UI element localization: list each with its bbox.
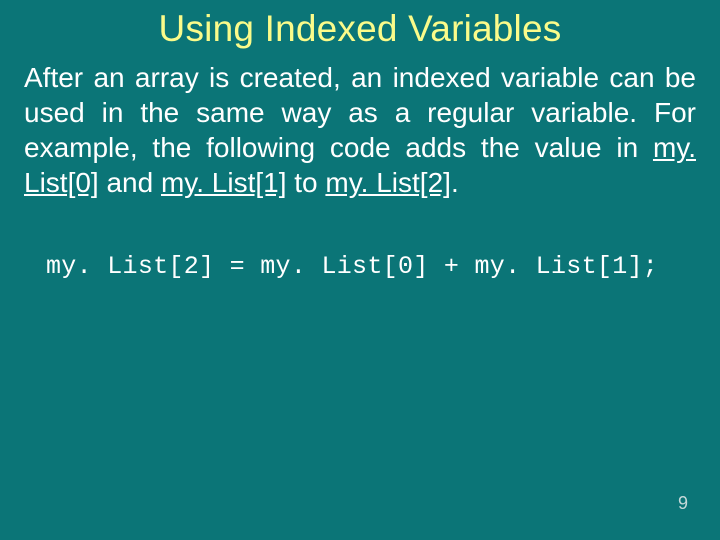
slide-title: Using Indexed Variables xyxy=(24,8,696,50)
body-text-segment: After an array is created, an indexed va… xyxy=(24,62,696,163)
array-ref-1: my. List[1] xyxy=(161,167,287,198)
body-text-segment: . xyxy=(451,167,459,198)
body-text-segment: to xyxy=(287,167,326,198)
page-number: 9 xyxy=(678,493,688,514)
slide-body: After an array is created, an indexed va… xyxy=(24,60,696,200)
body-text-segment: and xyxy=(99,167,161,198)
slide: Using Indexed Variables After an array i… xyxy=(0,0,720,540)
array-ref-2: my. List[2] xyxy=(325,167,451,198)
code-example: my. List[2] = my. List[0] + my. List[1]; xyxy=(46,252,696,281)
